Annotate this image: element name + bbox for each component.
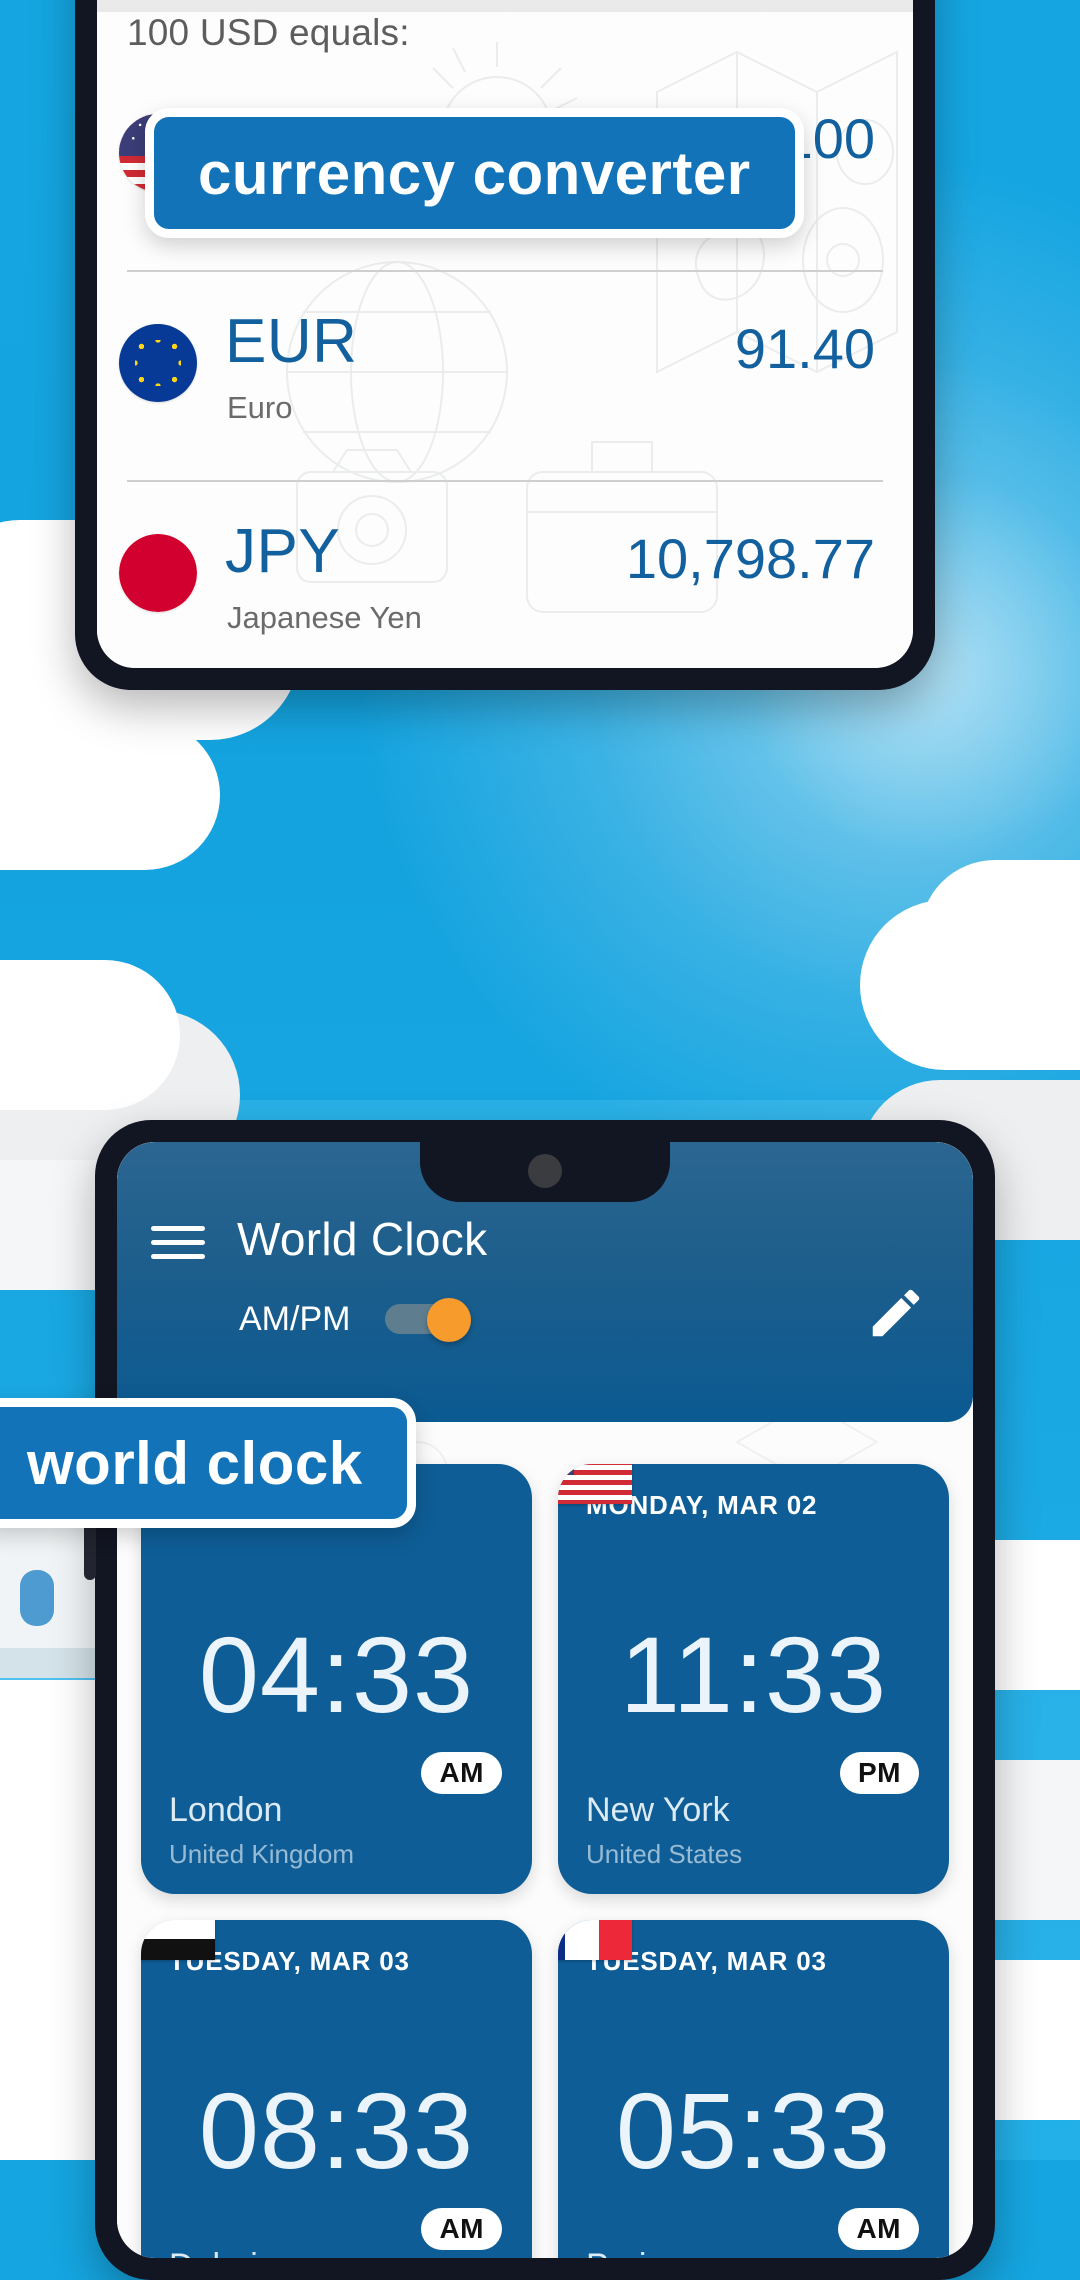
app-title: World Clock [237, 1213, 488, 1265]
fr-flag-icon [558, 1920, 632, 1960]
card-country: United Kingdom [169, 1839, 354, 1869]
phone-currency-converter: 100 USD equals: USD United States Dollar… [75, 0, 935, 690]
cloud-3 [0, 720, 220, 870]
card-country: United States [586, 1839, 743, 1869]
world-clock-card-grid: TUESDAY, MAR 03 04:33 AM London United K… [117, 1442, 973, 2258]
card-meridiem-badge: PM [840, 1752, 919, 1794]
card-city: Dubai [169, 2247, 258, 2258]
phone-world-clock: World Clock AM/PM TUESDAY, MAR 03 04:33 … [84, 1120, 995, 2280]
hamburger-menu-icon[interactable] [151, 1224, 205, 1262]
card-time: 11:33 [619, 1614, 888, 1735]
currency-value: 91.40 [734, 317, 875, 380]
world-clock-header: World Clock AM/PM [117, 1142, 973, 1422]
card-time: 04:33 [198, 1614, 475, 1735]
ampm-toggle-label: AM/PM [239, 1300, 351, 1338]
currency-value: 10,798.77 [625, 527, 875, 590]
front-camera [528, 1154, 562, 1188]
ae-flag-icon [141, 1920, 215, 1960]
currency-code: JPY [225, 517, 341, 586]
card-city: Paris [586, 2247, 663, 2258]
clock-card-paris[interactable]: TUESDAY, MAR 03 05:33 AM Paris France [558, 1920, 949, 2258]
currency-name: Euro [227, 390, 293, 425]
badge-world-clock: world clock [0, 1398, 416, 1528]
clock-card-london[interactable]: TUESDAY, MAR 03 04:33 AM London United K… [141, 1464, 532, 1894]
ampm-toggle[interactable] [385, 1298, 471, 1342]
currency-name: Japanese Yen [227, 600, 422, 635]
card-time: 08:33 [198, 2070, 475, 2191]
card-city: London [169, 1791, 283, 1829]
currency-row-jpy[interactable]: JPY Japanese Yen 10,798.77 [97, 482, 913, 668]
us-flag-icon [558, 1464, 632, 1504]
card-meridiem-badge: AM [421, 2208, 502, 2250]
eu-flag-icon [119, 324, 197, 402]
currency-header-text: 100 USD equals: [127, 12, 410, 53]
world-clock-screen: World Clock AM/PM TUESDAY, MAR 03 04:33 … [117, 1142, 973, 2258]
jp-flag-icon [119, 534, 197, 612]
clock-card-new-york[interactable]: MONDAY, MAR 02 11:33 PM New York United … [558, 1464, 949, 1894]
badge-label: currency converter [198, 139, 751, 207]
clock-card-dubai[interactable]: TUESDAY, MAR 03 08:33 AM Dubai United Ar… [141, 1920, 532, 2258]
cloud-8 [920, 860, 1080, 1010]
card-time: 05:33 [615, 2070, 892, 2191]
currency-code: EUR [225, 307, 358, 376]
badge-currency-converter: currency converter [145, 108, 804, 238]
cloud-5 [0, 960, 180, 1110]
pencil-edit-icon[interactable] [865, 1282, 927, 1344]
card-meridiem-badge: AM [421, 1752, 502, 1794]
badge-label: world clock [27, 1429, 363, 1497]
currency-converter-screen: 100 USD equals: USD United States Dollar… [97, 0, 913, 668]
phone-notch [420, 1142, 670, 1202]
toggle-knob [427, 1298, 471, 1342]
currency-header-panel [97, 0, 913, 12]
card-city: New York [586, 1791, 730, 1829]
plane-window-3 [20, 1570, 54, 1626]
currency-row-eur[interactable]: EUR Euro 91.40 [97, 272, 913, 482]
card-meridiem-badge: AM [838, 2208, 919, 2250]
